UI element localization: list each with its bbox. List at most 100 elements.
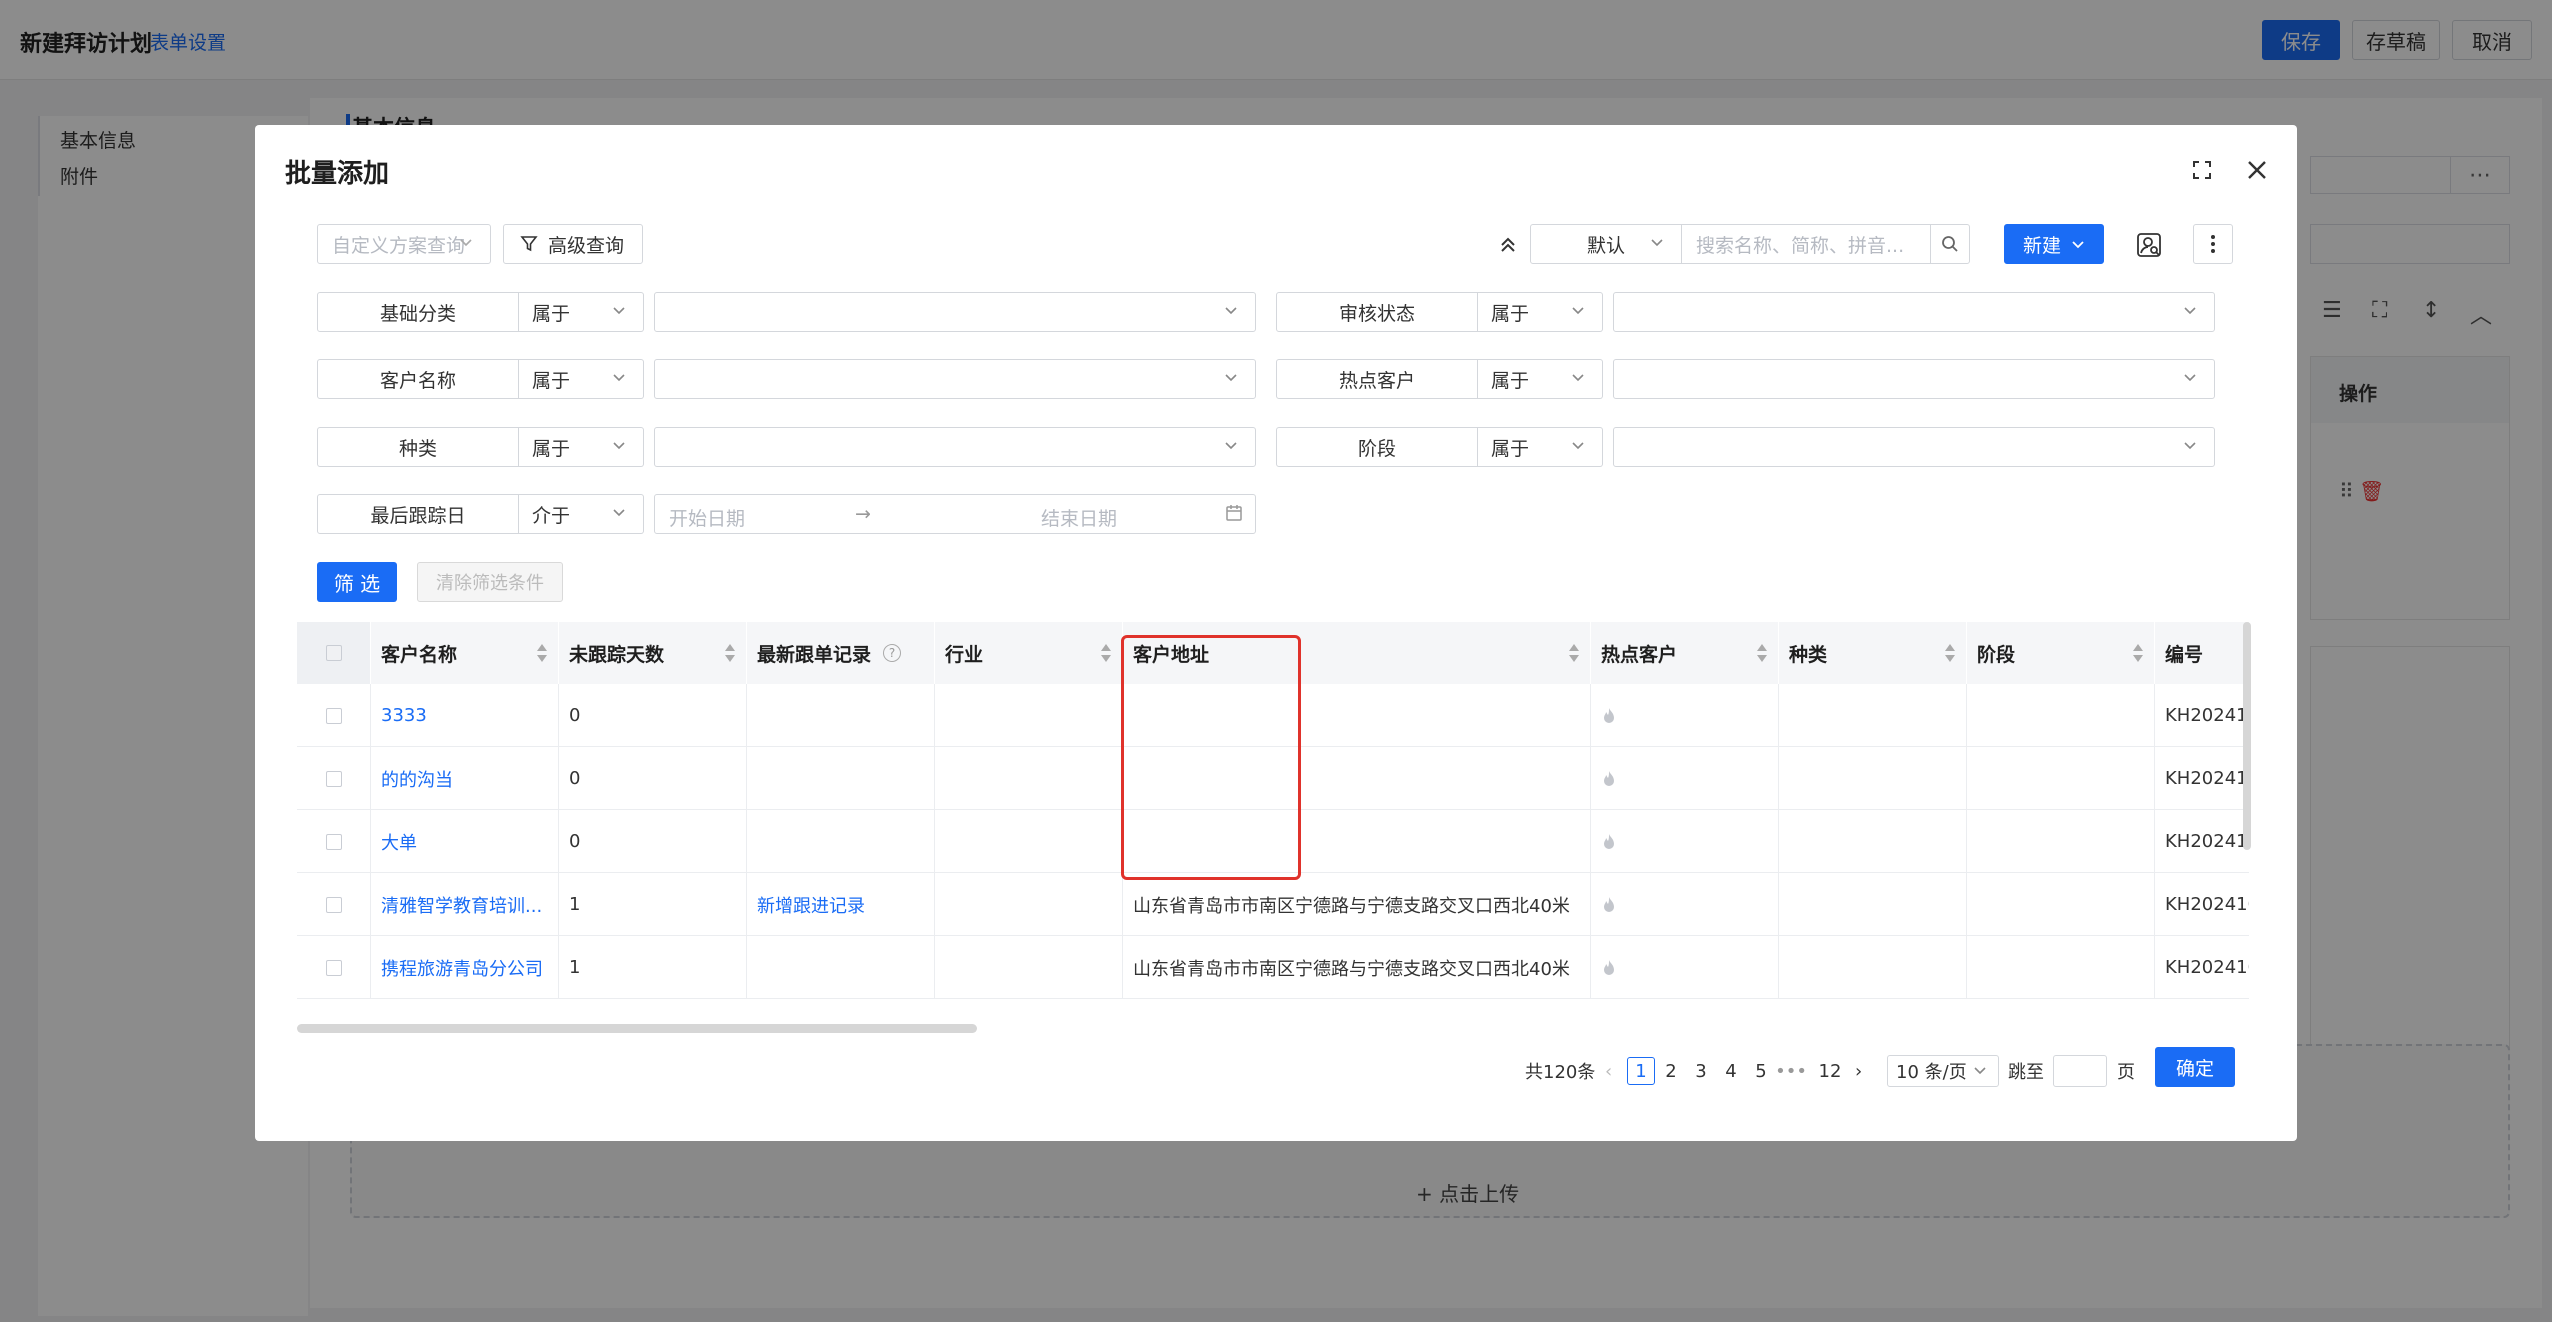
prev-page-icon[interactable]: ‹ <box>1605 1054 1612 1088</box>
fire-icon[interactable] <box>1601 707 1617 725</box>
table-row[interactable]: 清雅智学教育培训... 1 新增跟进记录 山东省青岛市市南区宁德路与宁德支路交叉… <box>297 873 2249 936</box>
filter-label: 热点客户 <box>1276 359 1478 399</box>
filter-button[interactable]: 筛 选 <box>317 562 397 602</box>
latest-record-link[interactable] <box>747 747 935 810</box>
filter-value-select[interactable] <box>654 292 1256 332</box>
filter-operator-value: 属于 <box>532 302 571 325</box>
chevron-down-icon <box>2182 302 2200 320</box>
horizontal-scrollbar[interactable] <box>297 1024 977 1033</box>
customer-name-link[interactable]: 携程旅游青岛分公司 <box>371 936 559 999</box>
column-header[interactable]: 种类 <box>1779 622 1967 684</box>
user-search-icon[interactable] <box>2133 229 2165 261</box>
sort-icon[interactable] <box>1944 642 1956 664</box>
page-button[interactable]: 3 <box>1687 1054 1715 1088</box>
column-header[interactable]: 阶段 <box>1967 622 2155 684</box>
scheme-select[interactable]: 自定义方案查询 <box>317 224 491 264</box>
filter-value-select[interactable] <box>654 427 1256 467</box>
more-vertical-icon[interactable] <box>2193 224 2233 264</box>
select-all-checkbox[interactable] <box>325 645 342 661</box>
filter-operator-select[interactable]: 属于 <box>518 427 644 467</box>
fullscreen-icon[interactable] <box>2187 155 2217 185</box>
page-button[interactable]: 1 <box>1627 1057 1655 1085</box>
sort-icon[interactable] <box>2132 642 2144 664</box>
view-select-value: 默认 <box>1586 234 1625 257</box>
filter-operator-select[interactable]: 属于 <box>518 292 644 332</box>
page-size-select[interactable]: 10 条/页 <box>1887 1055 1999 1087</box>
filter-operator-select[interactable]: 属于 <box>1477 292 1603 332</box>
search-input[interactable]: 搜索名称、简称、拼音... <box>1681 224 1931 264</box>
clear-filters-button[interactable]: 清除筛选条件 <box>417 562 563 602</box>
chevron-down-icon <box>2182 369 2200 387</box>
column-title: 行业 <box>945 643 984 666</box>
column-header[interactable]: 编号 <box>2155 622 2249 684</box>
row-checkbox[interactable] <box>325 896 342 913</box>
search-button[interactable] <box>1930 224 1970 264</box>
collapse-filters-icon[interactable] <box>1493 231 1523 259</box>
page-button[interactable]: 12 <box>1813 1054 1847 1088</box>
customer-name-link[interactable]: 的的沟当 <box>371 747 559 810</box>
column-header[interactable]: 最新跟单记录 ? <box>747 622 935 684</box>
chevron-down-icon <box>1570 369 1588 387</box>
stage-cell <box>1967 936 2155 999</box>
row-checkbox[interactable] <box>325 959 342 976</box>
fire-icon[interactable] <box>1601 896 1617 914</box>
customer-name-link[interactable]: 大单 <box>371 810 559 873</box>
jump-page-input[interactable] <box>2053 1055 2107 1087</box>
date-range-picker[interactable]: 开始日期 → 结束日期 <box>654 494 1256 534</box>
start-date-input[interactable]: 开始日期 <box>669 504 745 531</box>
page-button[interactable]: 5 <box>1747 1054 1775 1088</box>
latest-record-link[interactable]: 新增跟进记录 <box>747 873 935 936</box>
sort-icon[interactable] <box>1100 642 1112 664</box>
sort-icon[interactable] <box>1568 642 1580 664</box>
customer-name-link[interactable]: 3333 <box>371 684 559 747</box>
confirm-button[interactable]: 确定 <box>2155 1047 2235 1087</box>
filter-value-select[interactable] <box>1613 359 2215 399</box>
advanced-query-button[interactable]: 高级查询 <box>503 224 643 264</box>
filter-operator-value: 属于 <box>1491 369 1530 392</box>
column-header[interactable]: 行业 <box>935 622 1123 684</box>
fire-icon[interactable] <box>1601 959 1617 977</box>
new-button[interactable]: 新建 <box>2004 224 2104 264</box>
page-size-value: 10 条/页 <box>1896 1062 1967 1083</box>
row-checkbox[interactable] <box>325 833 342 850</box>
help-icon[interactable]: ? <box>883 644 902 662</box>
end-date-input[interactable]: 结束日期 <box>1041 504 1117 531</box>
fire-icon[interactable] <box>1601 833 1617 851</box>
customer-name-link[interactable]: 清雅智学教育培训... <box>371 873 559 936</box>
fire-icon[interactable] <box>1601 770 1617 788</box>
filter-operator-select[interactable]: 属于 <box>1477 359 1603 399</box>
column-header[interactable]: 热点客户 <box>1591 622 1779 684</box>
column-title: 种类 <box>1789 643 1828 666</box>
latest-record-link[interactable] <box>747 810 935 873</box>
advanced-query-label: 高级查询 <box>548 234 625 257</box>
filter-value-select[interactable] <box>1613 427 2215 467</box>
column-header[interactable]: 未跟踪天数 <box>559 622 747 684</box>
filter-operator-select[interactable]: 属于 <box>518 359 644 399</box>
sort-icon[interactable] <box>536 642 548 664</box>
latest-record-link[interactable] <box>747 936 935 999</box>
column-header[interactable]: 客户名称 <box>371 622 559 684</box>
table-row[interactable]: 携程旅游青岛分公司 1 山东省青岛市市南区宁德路与宁德支路交叉口西北40米 KH… <box>297 936 2249 999</box>
close-icon[interactable] <box>2240 153 2274 187</box>
sort-icon[interactable] <box>724 642 736 664</box>
page-button[interactable]: 4 <box>1717 1054 1745 1088</box>
vertical-scrollbar[interactable] <box>2243 622 2251 850</box>
chevron-down-icon <box>611 369 629 387</box>
stage-cell <box>1967 747 2155 810</box>
filter-operator-select[interactable]: 介于 <box>518 494 644 534</box>
page-button[interactable]: 2 <box>1657 1054 1685 1088</box>
filter-operator-select[interactable]: 属于 <box>1477 427 1603 467</box>
sort-icon[interactable] <box>1756 642 1768 664</box>
filter-value-select[interactable] <box>654 359 1256 399</box>
row-checkbox[interactable] <box>325 707 342 724</box>
filter-label: 基础分类 <box>317 292 519 332</box>
next-page-icon[interactable]: › <box>1855 1054 1862 1088</box>
column-title: 最新跟单记录 <box>757 643 872 666</box>
untracked-days-cell: 1 <box>559 936 747 999</box>
view-select[interactable]: 默认 <box>1530 224 1682 264</box>
filter-value-select[interactable] <box>1613 292 2215 332</box>
latest-record-link[interactable] <box>747 684 935 747</box>
stage-cell <box>1967 684 2155 747</box>
page-ellipsis[interactable]: ••• <box>1775 1054 1807 1088</box>
row-checkbox[interactable] <box>325 770 342 787</box>
